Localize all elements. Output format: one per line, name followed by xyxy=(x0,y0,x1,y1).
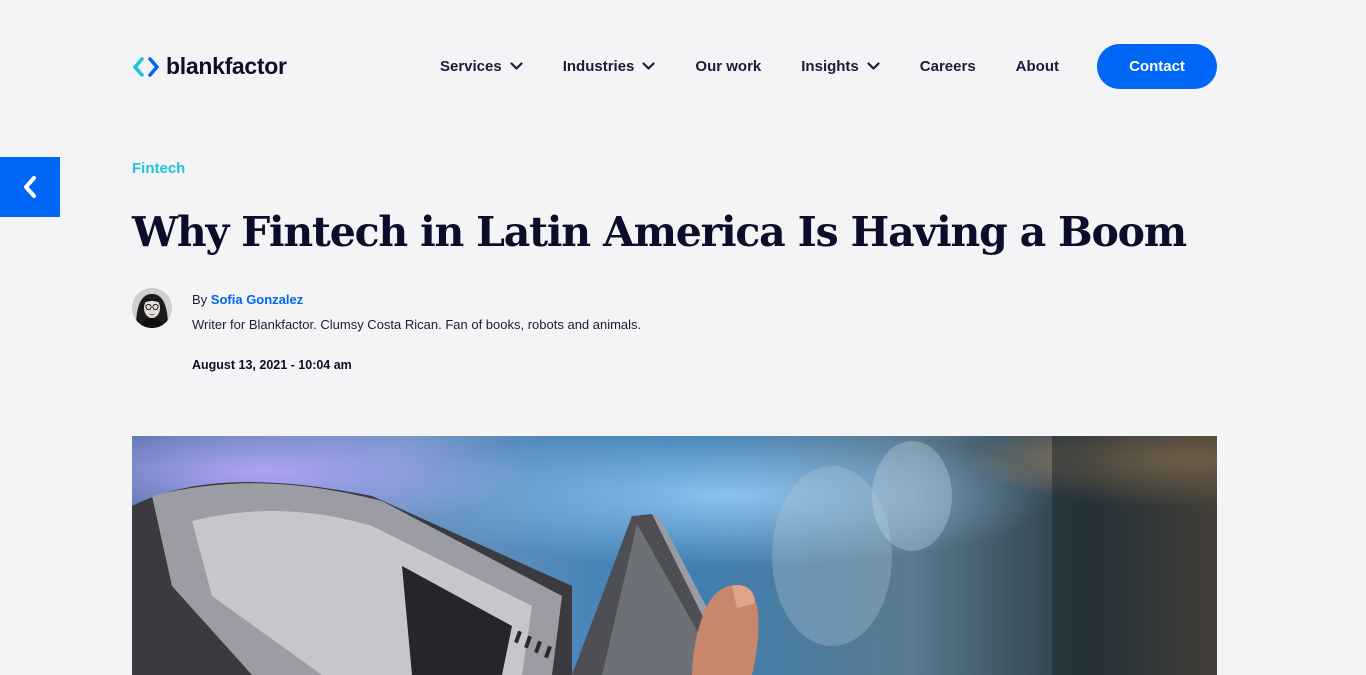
back-button[interactable] xyxy=(0,157,60,217)
site-header: blankfactor Services Industries Our work… xyxy=(132,44,1217,89)
nav-item-careers[interactable]: Careers xyxy=(920,58,976,75)
nav-item-label: Services xyxy=(439,58,502,75)
nav-item-about[interactable]: About xyxy=(1016,58,1059,75)
nav-item-our-work[interactable]: Our work xyxy=(695,58,761,75)
author-bio: Writer for Blankfactor. Clumsy Costa Ric… xyxy=(192,317,642,332)
main-nav: Services Industries Our work Insights Ca… xyxy=(440,44,1217,89)
author-avatar[interactable] xyxy=(132,288,172,328)
chevron-down-icon xyxy=(642,62,656,70)
nav-item-label: Insights xyxy=(801,58,859,75)
nav-item-label: Careers xyxy=(919,58,976,75)
chevron-down-icon xyxy=(867,62,880,70)
category-link[interactable]: Fintech xyxy=(132,160,185,177)
hero-photo xyxy=(132,436,1217,675)
byline-prefix: By xyxy=(192,292,208,307)
nav-item-label: About xyxy=(1015,58,1059,75)
nav-item-label: Industries xyxy=(562,58,635,75)
article-title: Why Fintech in Latin America Is Having a… xyxy=(132,208,1187,256)
byline: By Sofia Gonzalez xyxy=(192,292,303,307)
contact-button[interactable]: Contact xyxy=(1097,44,1217,89)
chevron-left-icon xyxy=(24,176,36,198)
publish-date: August 13, 2021 - 10:04 am xyxy=(192,358,352,372)
author-link[interactable]: Sofia Gonzalez xyxy=(211,292,303,307)
page: blankfactor Services Industries Our work… xyxy=(0,0,1366,675)
hero-image xyxy=(132,436,1217,675)
nav-item-industries[interactable]: Industries xyxy=(563,58,656,75)
nav-item-insights[interactable]: Insights xyxy=(801,58,880,75)
nav-item-label: Our work xyxy=(695,58,762,75)
logo-mark-icon xyxy=(133,56,159,77)
author-photo xyxy=(132,288,172,328)
chevron-down-icon xyxy=(510,62,523,70)
logo[interactable]: blankfactor xyxy=(132,53,287,80)
logo-text: blankfactor xyxy=(166,53,287,79)
nav-item-services[interactable]: Services xyxy=(440,58,523,75)
